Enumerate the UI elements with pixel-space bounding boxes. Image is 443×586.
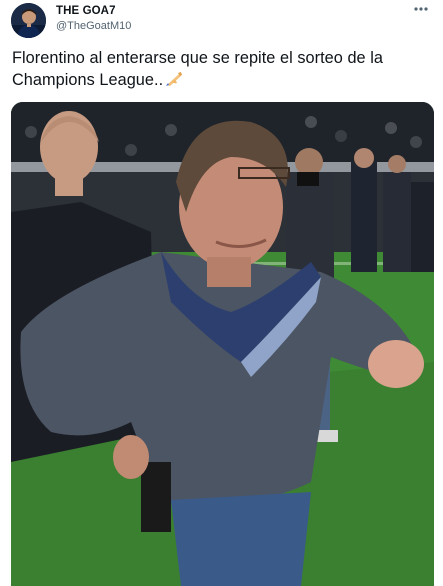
more-options-icon[interactable]: [411, 3, 431, 17]
tweet-header: THE GOA7 @TheGoatM10: [11, 3, 431, 39]
avatar-image: [11, 3, 46, 38]
photo-content: [11, 102, 434, 586]
author-avatar[interactable]: [11, 3, 46, 38]
writing-hand-emoji-icon: [165, 71, 183, 87]
author-names: THE GOA7 @TheGoatM10: [56, 4, 131, 33]
author-handle[interactable]: @TheGoatM10: [56, 19, 131, 33]
tweet-text-line-2: Champions League..: [12, 70, 164, 89]
tweet-card[interactable]: THE GOA7 @TheGoatM10 Florentino al enter…: [0, 0, 443, 586]
tweet-text: Florentino al enterarse que se repite el…: [12, 48, 432, 91]
tweet-media-photo[interactable]: [11, 102, 434, 586]
tweet-text-line-2-wrap: Champions League..: [12, 70, 432, 92]
author-display-name[interactable]: THE GOA7: [56, 4, 131, 18]
tweet-text-line-1: Florentino al enterarse que se repite el…: [12, 49, 384, 67]
